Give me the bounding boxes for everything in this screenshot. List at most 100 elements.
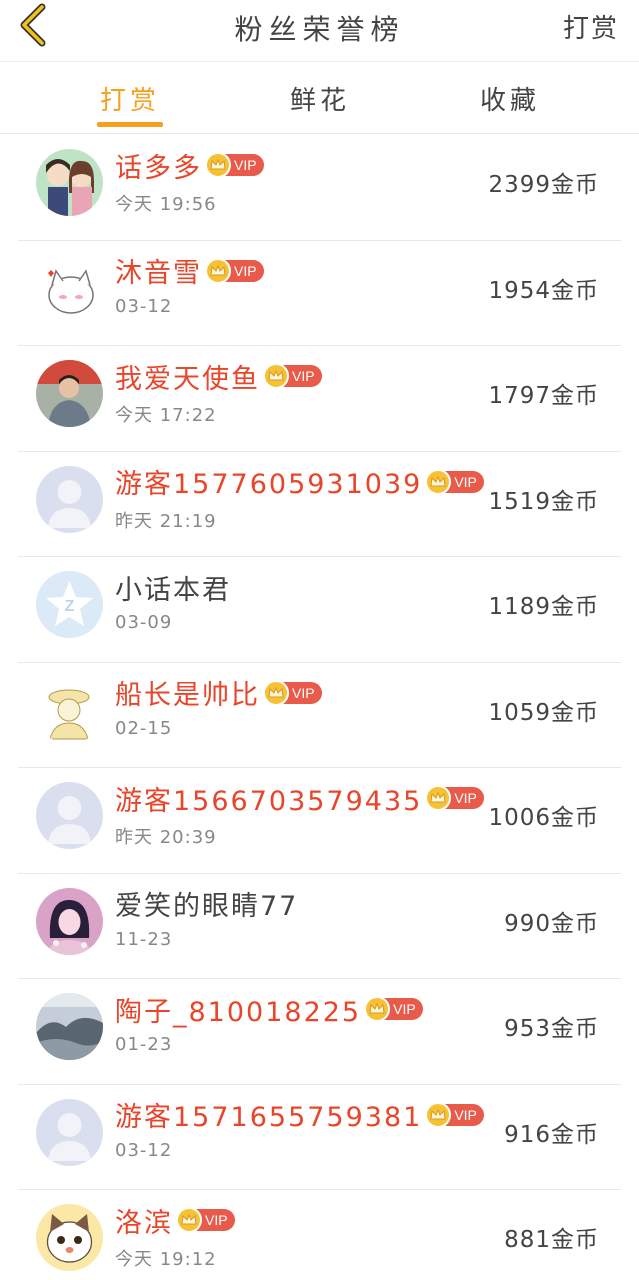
crown-icon	[369, 1003, 385, 1014]
list-item[interactable]: 陶子_810018225 VIP 01-23 953金币	[18, 979, 621, 1085]
vip-badge: VIP	[263, 679, 322, 706]
list-item[interactable]: 沐音雪 VIP 03-12 1954金币	[18, 241, 621, 346]
ranking-list: 话多多 VIP 今天 19:56 2399金币 沐音雪 VIP 03-12 19…	[18, 135, 621, 1280]
name-line: 洛滨 VIP	[115, 1202, 235, 1239]
coin-amount: 1954金币	[488, 277, 599, 304]
crown-icon	[210, 159, 226, 170]
default-avatar	[36, 465, 103, 533]
cartoon-cat-avatar	[36, 1204, 103, 1271]
user-name: 我爱天使鱼	[115, 363, 260, 395]
user-name: 爱笑的眼睛77	[115, 891, 299, 922]
user-name: 船长是帅比	[115, 680, 260, 711]
timestamp: 03-09	[115, 612, 173, 633]
vip-badge: VIP	[425, 1101, 484, 1128]
name-line: 话多多 VIP	[115, 147, 264, 184]
cat-avatar	[36, 254, 103, 322]
vip-crown	[263, 679, 289, 706]
list-item[interactable]: 游客1571655759381 VIP 03-12 916金币	[18, 1085, 621, 1190]
user-name: 游客1571655759381	[115, 1102, 423, 1133]
vip-crown	[425, 468, 452, 495]
sketch-avatar	[36, 676, 103, 744]
crown-icon	[210, 264, 226, 275]
user-name: 沐音雪	[115, 258, 202, 289]
timestamp: 今天 19:12	[115, 1249, 217, 1270]
timestamp: 昨天 20:39	[115, 827, 217, 848]
user-name: 游客1566703579435	[115, 785, 423, 817]
coin-amount: 1189金币	[488, 594, 599, 620]
list-item[interactable]: 爱笑的眼睛77 11-23 990金币	[18, 874, 621, 979]
vip-crown	[263, 363, 289, 389]
timestamp: 03-12	[115, 1139, 173, 1161]
list-item[interactable]: 游客1577605931039 VIP 昨天 21:19 1519金币	[18, 452, 621, 557]
default-avatar	[36, 1098, 103, 1166]
timestamp: 今天 19:56	[115, 194, 217, 215]
coin-amount: 953金币	[504, 1016, 599, 1042]
vip-badge: VIP	[425, 468, 484, 495]
vip-crown	[205, 257, 231, 284]
tab-reward[interactable]: 打赏	[70, 80, 190, 117]
crown-icon	[430, 792, 446, 803]
vip-badge: VIP	[425, 785, 484, 811]
coin-amount: 990金币	[504, 910, 599, 937]
timestamp: 03-12	[115, 295, 173, 317]
vip-badge: VIP	[205, 152, 264, 178]
timestamp: 02-15	[115, 717, 173, 739]
girl-avatar	[36, 887, 103, 955]
timestamp: 11-23	[115, 928, 173, 950]
coin-amount: 1519金币	[488, 488, 599, 515]
vip-crown	[425, 1101, 452, 1128]
user-name: 话多多	[115, 152, 202, 184]
coin-amount: 1006金币	[488, 805, 599, 831]
list-item[interactable]: 船长是帅比 VIP 02-15 1059金币	[18, 663, 621, 768]
name-line: 沐音雪 VIP	[115, 253, 264, 289]
tab-favorites[interactable]: 收藏	[450, 80, 570, 117]
crown-icon	[430, 1108, 446, 1119]
list-item[interactable]: 洛滨 VIP 今天 19:12 881金币	[18, 1190, 621, 1280]
user-name: 游客1577605931039	[115, 469, 423, 500]
coin-amount: 1059金币	[488, 699, 599, 726]
vip-crown	[176, 1207, 202, 1233]
reward-button[interactable]: 打赏	[563, 8, 619, 45]
vip-badge: VIP	[176, 1207, 235, 1233]
coin-amount: 2399金币	[488, 172, 599, 198]
list-item[interactable]: 游客1566703579435 VIP 昨天 20:39 1006金币	[18, 768, 621, 874]
vip-crown	[205, 152, 231, 178]
vip-badge: VIP	[364, 996, 423, 1022]
user-name: 洛滨	[115, 1207, 173, 1239]
list-item[interactable]: 我爱天使鱼 VIP 今天 17:22 1797金币	[18, 346, 621, 452]
qq-avatar: Z	[36, 571, 103, 638]
default-avatar	[36, 782, 103, 849]
person-avatar	[36, 360, 103, 427]
name-line: 游客1577605931039 VIP	[115, 464, 484, 500]
name-line: 我爱天使鱼 VIP	[115, 358, 322, 395]
crown-icon	[268, 686, 284, 697]
page-title: 粉丝荣誉榜	[234, 13, 405, 46]
name-line: 游客1571655759381 VIP	[115, 1097, 484, 1133]
crown-icon	[268, 370, 284, 381]
list-item[interactable]: Z 小话本君 03-09 1189金币	[18, 557, 621, 663]
list-item[interactable]: 话多多 VIP 今天 19:56 2399金币	[18, 135, 621, 241]
tab-flowers[interactable]: 鲜花	[260, 80, 380, 117]
couple-avatar	[36, 149, 103, 216]
name-line: 爱笑的眼睛77	[115, 886, 298, 922]
timestamp: 01-23	[115, 1034, 173, 1055]
coin-amount: 881金币	[504, 1227, 599, 1253]
landscape-avatar	[36, 993, 103, 1060]
coin-amount: 916金币	[504, 1121, 599, 1148]
vip-crown	[364, 996, 391, 1022]
name-line: 小话本君	[115, 569, 231, 606]
active-tab-indicator	[97, 122, 163, 127]
crown-icon	[181, 1214, 197, 1225]
user-name: 小话本君	[115, 574, 231, 606]
crown-icon	[430, 475, 446, 486]
svg-text:Z: Z	[65, 598, 75, 615]
coin-amount: 1797金币	[488, 383, 599, 409]
user-name: 陶子_810018225	[115, 996, 362, 1028]
name-line: 陶子_810018225 VIP	[115, 991, 423, 1028]
top-bar: 粉丝荣誉榜 打赏	[0, 0, 639, 62]
name-line: 船长是帅比 VIP	[115, 675, 322, 711]
tab-bar: 打赏 鲜花 收藏	[0, 62, 639, 134]
timestamp: 昨天 21:19	[115, 510, 217, 532]
vip-badge: VIP	[263, 363, 322, 389]
vip-badge: VIP	[205, 257, 264, 284]
